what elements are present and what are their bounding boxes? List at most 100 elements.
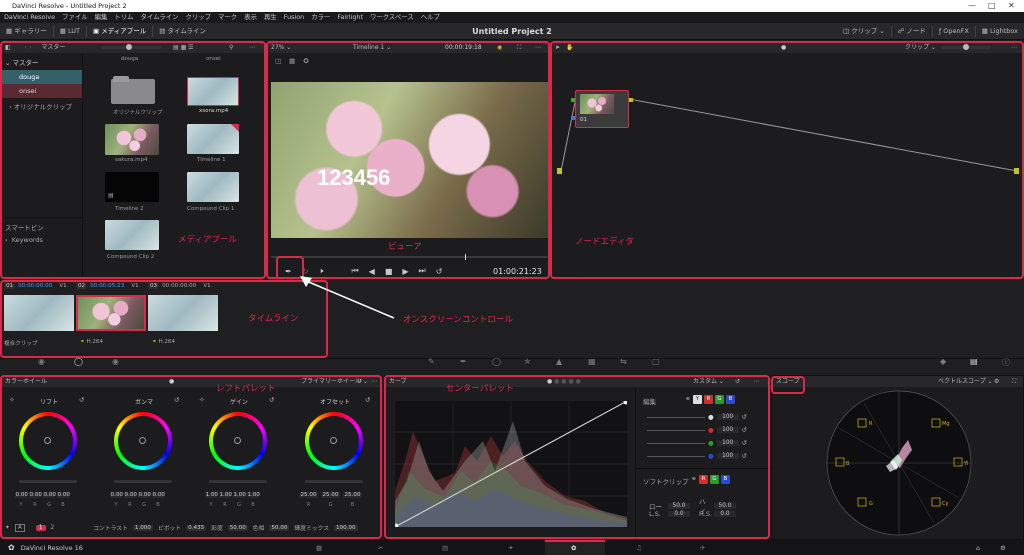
auto-balance-icon[interactable]: ✦ <box>5 525 10 531</box>
final-output[interactable] <box>1014 168 1019 174</box>
lut-button[interactable]: ▦ LUT <box>54 23 86 40</box>
folder-icon[interactable] <box>111 76 155 104</box>
qualifier-icon[interactable]: ✒ <box>460 357 467 366</box>
offset-wheel[interactable]: オフセット ↺ 25.00 25.00 25.00 RGB <box>295 396 381 526</box>
g-intensity-field[interactable]: 100 <box>716 440 739 446</box>
clip-thumbnail[interactable] <box>187 77 239 106</box>
menu-item[interactable]: クリップ <box>185 12 211 23</box>
nodes-button[interactable]: ☍ ノード <box>892 23 932 40</box>
compound-clip-thumbnail[interactable] <box>187 172 239 202</box>
tree-item-douga[interactable]: douga <box>1 70 82 84</box>
sidebar-toggle-icon[interactable]: ◧ <box>5 42 11 53</box>
openfx-button[interactable]: ƒ OpenFX <box>933 23 975 40</box>
master-wheel[interactable] <box>305 480 363 483</box>
pivot-field[interactable]: 0.435 <box>186 524 207 531</box>
master-wheel[interactable] <box>209 480 267 483</box>
page-button-2[interactable]: 2 <box>51 525 55 531</box>
menu-item[interactable]: カラー <box>311 12 330 23</box>
deliver-page-icon[interactable]: ✈ <box>700 544 705 552</box>
timeline-clip[interactable]: 01 00:00:00:00 V1 複合クリップ <box>4 283 74 347</box>
curve-graph[interactable] <box>395 401 627 527</box>
channel-r[interactable]: R <box>703 395 713 404</box>
keyframes-icon[interactable]: ◆ <box>940 357 946 366</box>
ls-field[interactable]: 0.0 <box>668 511 690 517</box>
page-button-1[interactable]: 1 <box>35 524 46 531</box>
master-wheel[interactable] <box>19 480 77 483</box>
blur-icon[interactable]: ▲ <box>556 357 562 366</box>
back-icon[interactable]: ‹ › <box>25 42 32 53</box>
menu-item[interactable]: 再生 <box>264 12 277 23</box>
timeline-dropdown[interactable]: Timeline 1 ⌄ <box>353 42 391 53</box>
menu-item[interactable]: ファイル <box>62 12 88 23</box>
window-icon[interactable]: ◯ <box>492 357 501 366</box>
close-icon[interactable]: ✕ <box>1008 0 1015 12</box>
saturation-field[interactable]: 50.00 <box>227 524 248 531</box>
zoom-dropdown[interactable]: 27% ⌄ <box>271 42 291 53</box>
softclip-r[interactable]: R <box>698 475 708 484</box>
reset-icon[interactable]: ↺ <box>357 376 362 387</box>
timeline-clip-selected[interactable]: 02 00:00:05:23 V1 ⚭ H.264 <box>76 283 146 345</box>
hdr-icon[interactable]: ◉ <box>112 357 119 366</box>
contrast-field[interactable]: 1.000 <box>132 524 153 531</box>
more-icon[interactable]: ⋯ <box>371 376 377 387</box>
play-icon[interactable]: ▶ <box>402 267 408 276</box>
compound-clip-thumbnail[interactable] <box>105 220 159 250</box>
split-icon[interactable]: ◫ <box>275 57 281 65</box>
view-icon[interactable]: ▤ ▦ ☰ <box>173 42 194 53</box>
fairlight-page-icon[interactable]: ♫ <box>636 544 642 552</box>
minimize-icon[interactable]: — <box>968 0 976 12</box>
node-01[interactable]: 01 <box>575 90 629 128</box>
fusion-page-icon[interactable]: ✦ <box>508 544 513 552</box>
y-intensity-field[interactable]: 100 <box>716 414 739 420</box>
sizing-icon[interactable]: ⇆ <box>620 357 627 366</box>
home-icon[interactable]: ⌂ <box>976 544 980 552</box>
gain-wheel[interactable]: ✧ ゲイン ↺ 1.00 1.00 1.00 1.00 YRGB <box>199 396 279 526</box>
reset-icon[interactable]: ↺ <box>365 396 370 404</box>
fullscreen-icon[interactable]: ⛶ <box>517 42 521 53</box>
color-wheels-icon[interactable]: ◯ <box>74 357 83 366</box>
menu-item[interactable]: 表示 <box>244 12 257 23</box>
menu-item[interactable]: ヘルプ <box>421 12 440 23</box>
high-field[interactable]: 50.0 <box>714 503 736 509</box>
menu-item[interactable]: 編集 <box>95 12 108 23</box>
channel-b[interactable]: B <box>725 395 735 404</box>
curve-mode-dropdown[interactable]: カスタム ⌄ <box>693 376 724 387</box>
scopes-icon[interactable]: ▤ <box>970 357 978 366</box>
timeline-button[interactable]: ▤ タイムライン <box>153 23 212 40</box>
lightbox-button[interactable]: ▦ Lightbox <box>976 23 1024 40</box>
gallery-button[interactable]: ▦ ギャラリー <box>0 23 53 40</box>
highlight-icon[interactable]: ✪ <box>303 57 308 65</box>
menu-item[interactable]: Fusion <box>284 12 304 23</box>
luma-mix-field[interactable]: 100.00 <box>334 524 358 531</box>
menu-item[interactable]: マーク <box>218 12 237 23</box>
media-page-icon[interactable]: ▦ <box>316 544 322 552</box>
cut-page-icon[interactable]: ✂ <box>378 544 383 552</box>
channel-y[interactable]: Y <box>692 395 702 404</box>
wheel-handle[interactable] <box>44 437 51 444</box>
expand-icon[interactable]: ⛶ <box>1012 376 1016 387</box>
wheel-handle[interactable] <box>234 437 241 444</box>
reset-icon[interactable]: ↺ <box>269 396 274 404</box>
camera-raw-icon[interactable]: ◉ <box>38 357 45 366</box>
scope-mode-dropdown[interactable]: ベクトルスコープ ⌄ <box>938 376 993 387</box>
settings-icon[interactable]: ⚙ <box>1000 544 1006 552</box>
reset-icon[interactable]: ↺ <box>79 396 84 404</box>
auto-a-icon[interactable]: A <box>14 523 25 532</box>
lift-wheel[interactable]: ✧ リフト ↺ 0.00 0.00 0.00 0.00 YRGB <box>9 396 89 526</box>
keywords-item[interactable]: › Keywords <box>5 236 43 244</box>
menu-item[interactable]: Fairlight <box>337 12 363 23</box>
softclip-g[interactable]: G <box>709 475 719 484</box>
softclip-b[interactable]: B <box>720 475 730 484</box>
master-wheel[interactable] <box>114 480 172 483</box>
media-pool-button[interactable]: ▣ メディアプール <box>87 23 152 40</box>
sync-icon[interactable]: ◉ <box>497 42 502 53</box>
r-intensity-field[interactable]: 100 <box>716 427 739 433</box>
curves-icon[interactable]: ✎ <box>428 357 435 366</box>
low-field[interactable]: 50.0 <box>668 503 690 509</box>
menu-item[interactable]: タイムライン <box>141 12 179 23</box>
timeline-clip[interactable]: 03 00:00:00:00 V1 ⚭ H.264 <box>148 283 218 345</box>
reset-icon[interactable]: ↺ <box>735 376 740 387</box>
menu-item[interactable]: トリム <box>114 12 133 23</box>
viewer-image[interactable]: 123456 <box>271 82 548 238</box>
more-icon[interactable]: ⋯ <box>753 376 759 387</box>
